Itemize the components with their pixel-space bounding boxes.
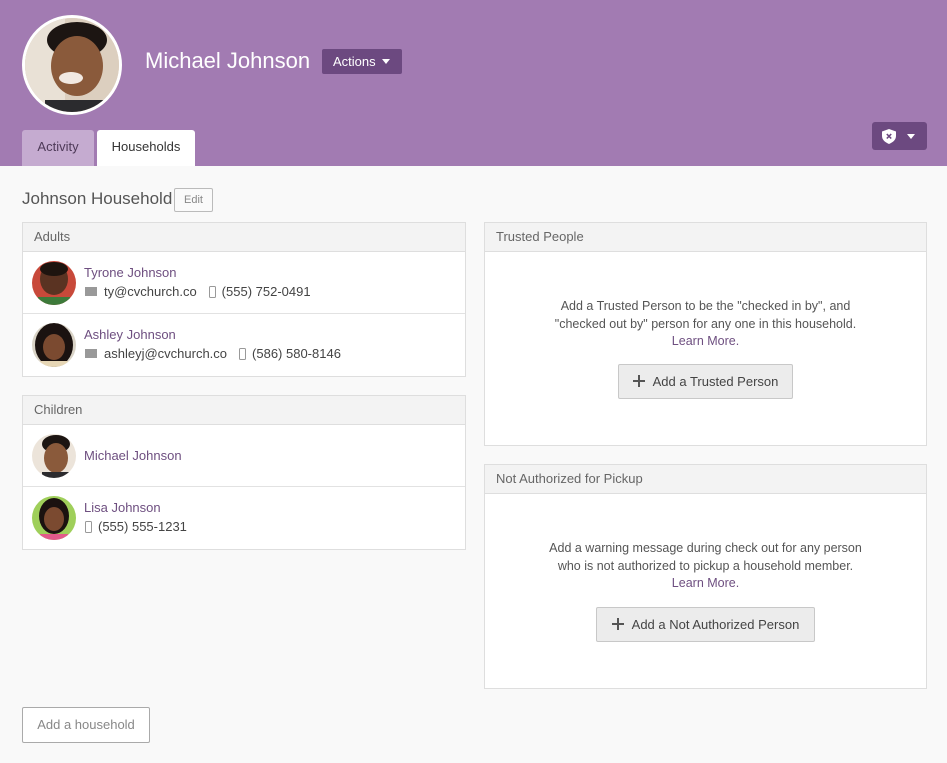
not-authorized-panel: Not Authorized for Pickup Add a warning … — [484, 464, 927, 689]
not-authorized-message-line1: Add a warning message during check out f… — [549, 541, 862, 555]
add-household-button[interactable]: Add a household — [22, 707, 150, 743]
add-trusted-person-button[interactable]: Add a Trusted Person — [618, 364, 793, 399]
adult-phone: (586) 580-8146 — [252, 346, 341, 361]
actions-dropdown-button[interactable]: Actions — [322, 49, 402, 74]
add-not-authorized-person-button[interactable]: Add a Not Authorized Person — [596, 607, 815, 642]
caret-down-icon — [381, 59, 390, 65]
profile-avatar — [22, 15, 122, 115]
tab-households[interactable]: Households — [97, 130, 195, 166]
trusted-message-line2: "checked out by" person for any one in t… — [554, 316, 857, 331]
child-contact: (555) 555-1231 — [85, 519, 187, 534]
avatar — [32, 323, 76, 367]
phone-icon — [239, 347, 247, 360]
trusted-people-message: Add a Trusted Person to be the "checked … — [485, 298, 926, 351]
phone-icon — [85, 520, 92, 533]
adult-contact: ty@cvchurch.co (555) 752-0491 — [85, 284, 311, 299]
household-title: Johnson Household — [22, 189, 173, 208]
adult-email: ashleyj@cvchurch.co — [104, 346, 228, 361]
child-name-link[interactable]: Lisa Johnson — [84, 500, 161, 515]
plus-icon — [632, 374, 645, 387]
mail-icon — [85, 349, 97, 359]
adult-phone: (555) 752-0491 — [221, 284, 311, 299]
not-authorized-learn-more-link[interactable]: Learn More. — [672, 576, 739, 590]
mail-icon — [85, 287, 97, 297]
trusted-learn-more-link[interactable]: Learn More. — [672, 334, 739, 348]
adult-contact: ashleyj@cvchurch.co (586) 580-8146 — [85, 346, 341, 361]
children-header: Children — [23, 396, 465, 425]
actions-label: Actions — [333, 54, 376, 69]
not-authorized-header: Not Authorized for Pickup — [485, 465, 926, 494]
child-row: Lisa Johnson (555) 555-1231 — [23, 487, 465, 549]
tab-activity[interactable]: Activity — [22, 130, 94, 166]
child-phone: (555) 555-1231 — [98, 519, 187, 534]
profile-header: Michael Johnson Actions Activity Househo… — [0, 0, 947, 166]
avatar — [32, 261, 76, 305]
avatar — [32, 496, 76, 540]
person-name: Michael Johnson — [145, 48, 311, 73]
add-trusted-person-label: Add a Trusted Person — [652, 374, 779, 389]
adult-email: ty@cvchurch.co — [104, 284, 197, 299]
adult-name-link[interactable]: Tyrone Johnson — [84, 265, 177, 280]
add-not-authorized-person-label: Add a Not Authorized Person — [631, 617, 800, 632]
avatar — [32, 434, 76, 478]
child-row: Michael Johnson — [23, 425, 465, 487]
adults-header: Adults — [23, 223, 465, 252]
adult-row: Ashley Johnson ashleyj@cvchurch.co (586) … — [23, 314, 465, 376]
children-panel: Children Michael Johnson Lisa Johnson (5… — [22, 395, 466, 550]
not-authorized-message: Add a warning message during check out f… — [485, 540, 926, 593]
caret-down-icon — [907, 134, 915, 139]
adult-name-link[interactable]: Ashley Johnson — [84, 327, 176, 342]
trusted-message-line1: Add a Trusted Person to be the "checked … — [560, 299, 851, 313]
phone-icon — [208, 285, 216, 298]
edit-household-button[interactable]: Edit — [174, 188, 213, 212]
not-authorized-message-line2: who is not authorized to pickup a househ… — [557, 558, 854, 573]
trusted-people-header: Trusted People — [485, 223, 926, 252]
settings-dropdown-button[interactable] — [872, 122, 927, 150]
trusted-people-panel: Trusted People Add a Trusted Person to b… — [484, 222, 927, 446]
adult-row: Tyrone Johnson ty@cvchurch.co (555) 752-0… — [23, 252, 465, 314]
adults-panel: Adults Tyrone Johnson ty@cvchurch.co (555… — [22, 222, 466, 377]
plus-icon — [611, 617, 624, 630]
shield-x-icon — [882, 129, 896, 144]
child-name-link[interactable]: Michael Johnson — [84, 448, 182, 463]
